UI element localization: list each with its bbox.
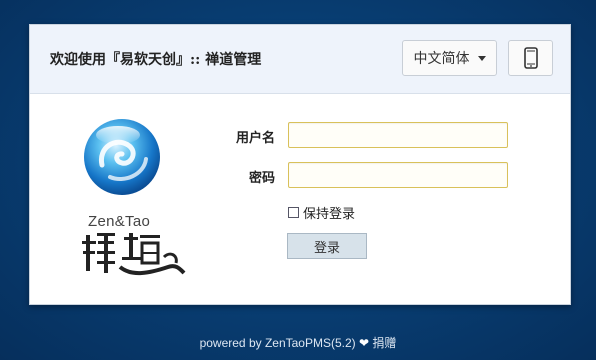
mobile-view-button[interactable] xyxy=(508,40,553,76)
remember-me[interactable]: 保持登录 xyxy=(288,203,355,222)
language-select[interactable]: 中文简体 xyxy=(402,40,497,76)
footer: powered by ZenTaoPMS(5.2) ❤ 捐赠 xyxy=(0,334,596,351)
username-label: 用户名 xyxy=(235,131,275,146)
language-select-label: 中文简体 xyxy=(413,51,470,67)
chevron-down-icon xyxy=(477,55,486,61)
mobile-phone-icon xyxy=(523,47,538,69)
password-label: 密码 xyxy=(248,171,275,186)
zentao-logo-icon xyxy=(82,119,186,275)
login-panel: 欢迎使用『易软天创』:: 禅道管理 中文简体 Zen&Tao 用户名 密码 保持… xyxy=(29,24,571,305)
page-title: 欢迎使用『易软天创』:: 禅道管理 xyxy=(50,52,262,68)
logo-text: Zen&Tao xyxy=(88,213,151,230)
remember-checkbox[interactable] xyxy=(288,207,299,218)
username-input[interactable] xyxy=(288,122,508,148)
remember-label: 保持登录 xyxy=(303,207,356,222)
login-button[interactable]: 登录 xyxy=(287,233,367,259)
powered-by-link[interactable]: powered by ZenTaoPMS(5.2) xyxy=(200,336,356,350)
panel-header: 欢迎使用『易软天创』:: 禅道管理 中文简体 xyxy=(30,25,570,94)
password-input[interactable] xyxy=(288,162,508,188)
donate-link[interactable]: 捐赠 xyxy=(372,336,396,350)
heart-icon: ❤ xyxy=(359,336,370,350)
